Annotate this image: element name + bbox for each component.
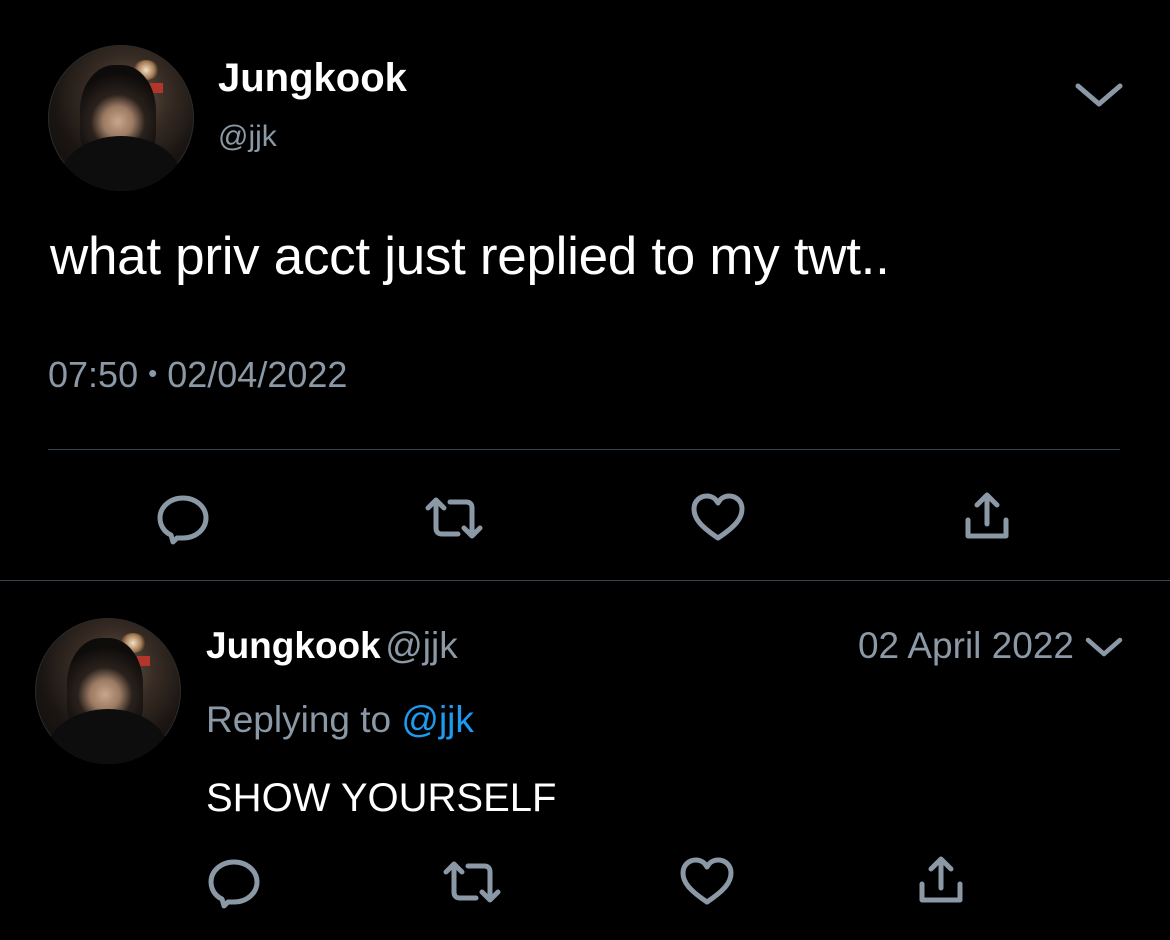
tweet-text: what priv acct just replied to my twt.. bbox=[50, 227, 890, 286]
reply-icon[interactable] bbox=[155, 492, 211, 546]
mention-link[interactable]: @jjk bbox=[401, 699, 474, 740]
heart-icon[interactable] bbox=[679, 856, 735, 908]
author-name[interactable]: Jungkook bbox=[206, 625, 381, 666]
author-name[interactable]: Jungkook bbox=[218, 56, 407, 101]
retweet-icon[interactable] bbox=[442, 856, 502, 908]
avatar-photo-body bbox=[46, 708, 170, 764]
chevron-down-icon[interactable] bbox=[1074, 80, 1124, 110]
chevron-down-icon[interactable] bbox=[1084, 634, 1124, 660]
tweet-date: 02/04/2022 bbox=[167, 354, 348, 395]
tweet-timestamp[interactable]: 07:50 • 02/04/2022 bbox=[48, 354, 347, 396]
avatar-photo-body bbox=[59, 135, 183, 191]
divider bbox=[0, 580, 1170, 581]
author-handle[interactable]: @jjk bbox=[385, 625, 458, 666]
reply-header: Jungkook @jjk bbox=[206, 625, 458, 667]
author-handle[interactable]: @jjk bbox=[218, 120, 277, 154]
avatar[interactable] bbox=[35, 618, 181, 764]
meta-separator: • bbox=[148, 358, 158, 388]
divider bbox=[48, 449, 1120, 450]
retweet-icon[interactable] bbox=[424, 492, 484, 544]
replying-to: Replying to @jjk bbox=[206, 699, 474, 741]
share-icon[interactable] bbox=[916, 854, 966, 906]
share-icon[interactable] bbox=[962, 490, 1012, 542]
reply-icon[interactable] bbox=[206, 856, 262, 910]
heart-icon[interactable] bbox=[690, 492, 746, 544]
avatar[interactable] bbox=[48, 45, 194, 191]
tweet-time: 07:50 bbox=[48, 354, 139, 395]
tweet-text: SHOW YOURSELF bbox=[206, 776, 557, 820]
reply-date[interactable]: 02 April 2022 bbox=[858, 625, 1074, 667]
replying-to-label: Replying to bbox=[206, 699, 392, 740]
